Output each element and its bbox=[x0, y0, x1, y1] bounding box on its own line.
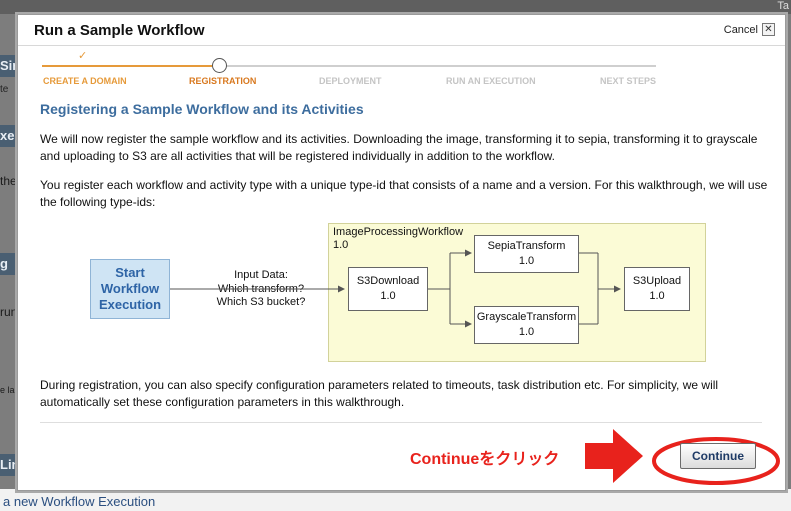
config-paragraph: During registration, you can also specif… bbox=[40, 378, 719, 409]
annotation-text: Continueをクリック bbox=[410, 451, 560, 468]
sepia-transform-node: SepiaTransform 1.0 bbox=[474, 235, 579, 273]
red-arrow-icon bbox=[585, 429, 643, 483]
continue-button[interactable]: Continue bbox=[680, 443, 756, 469]
bg-fragment-7: e la bbox=[0, 385, 15, 395]
new-workflow-execution-link[interactable]: a new Workflow Execution bbox=[3, 494, 155, 509]
bg-fragment-2: te bbox=[0, 84, 9, 95]
grayscale-transform-node: GrayscaleTransform 1.0 bbox=[474, 306, 579, 344]
s3upload-node: S3Upload 1.0 bbox=[624, 267, 690, 311]
bg-fragment-6: run bbox=[0, 305, 18, 319]
s3download-node: S3Download 1.0 bbox=[348, 267, 428, 311]
bg-fragment-4: the bbox=[0, 174, 17, 188]
topbar-fragment: Ta bbox=[777, 0, 789, 12]
sample-workflow-dialog: Run a Sample Workflow Cancel ✕ ✓ CREATE … bbox=[17, 14, 786, 491]
background-topbar: Ta bbox=[0, 0, 791, 14]
diagram-connectors bbox=[170, 249, 621, 328]
footer-divider bbox=[40, 422, 762, 423]
